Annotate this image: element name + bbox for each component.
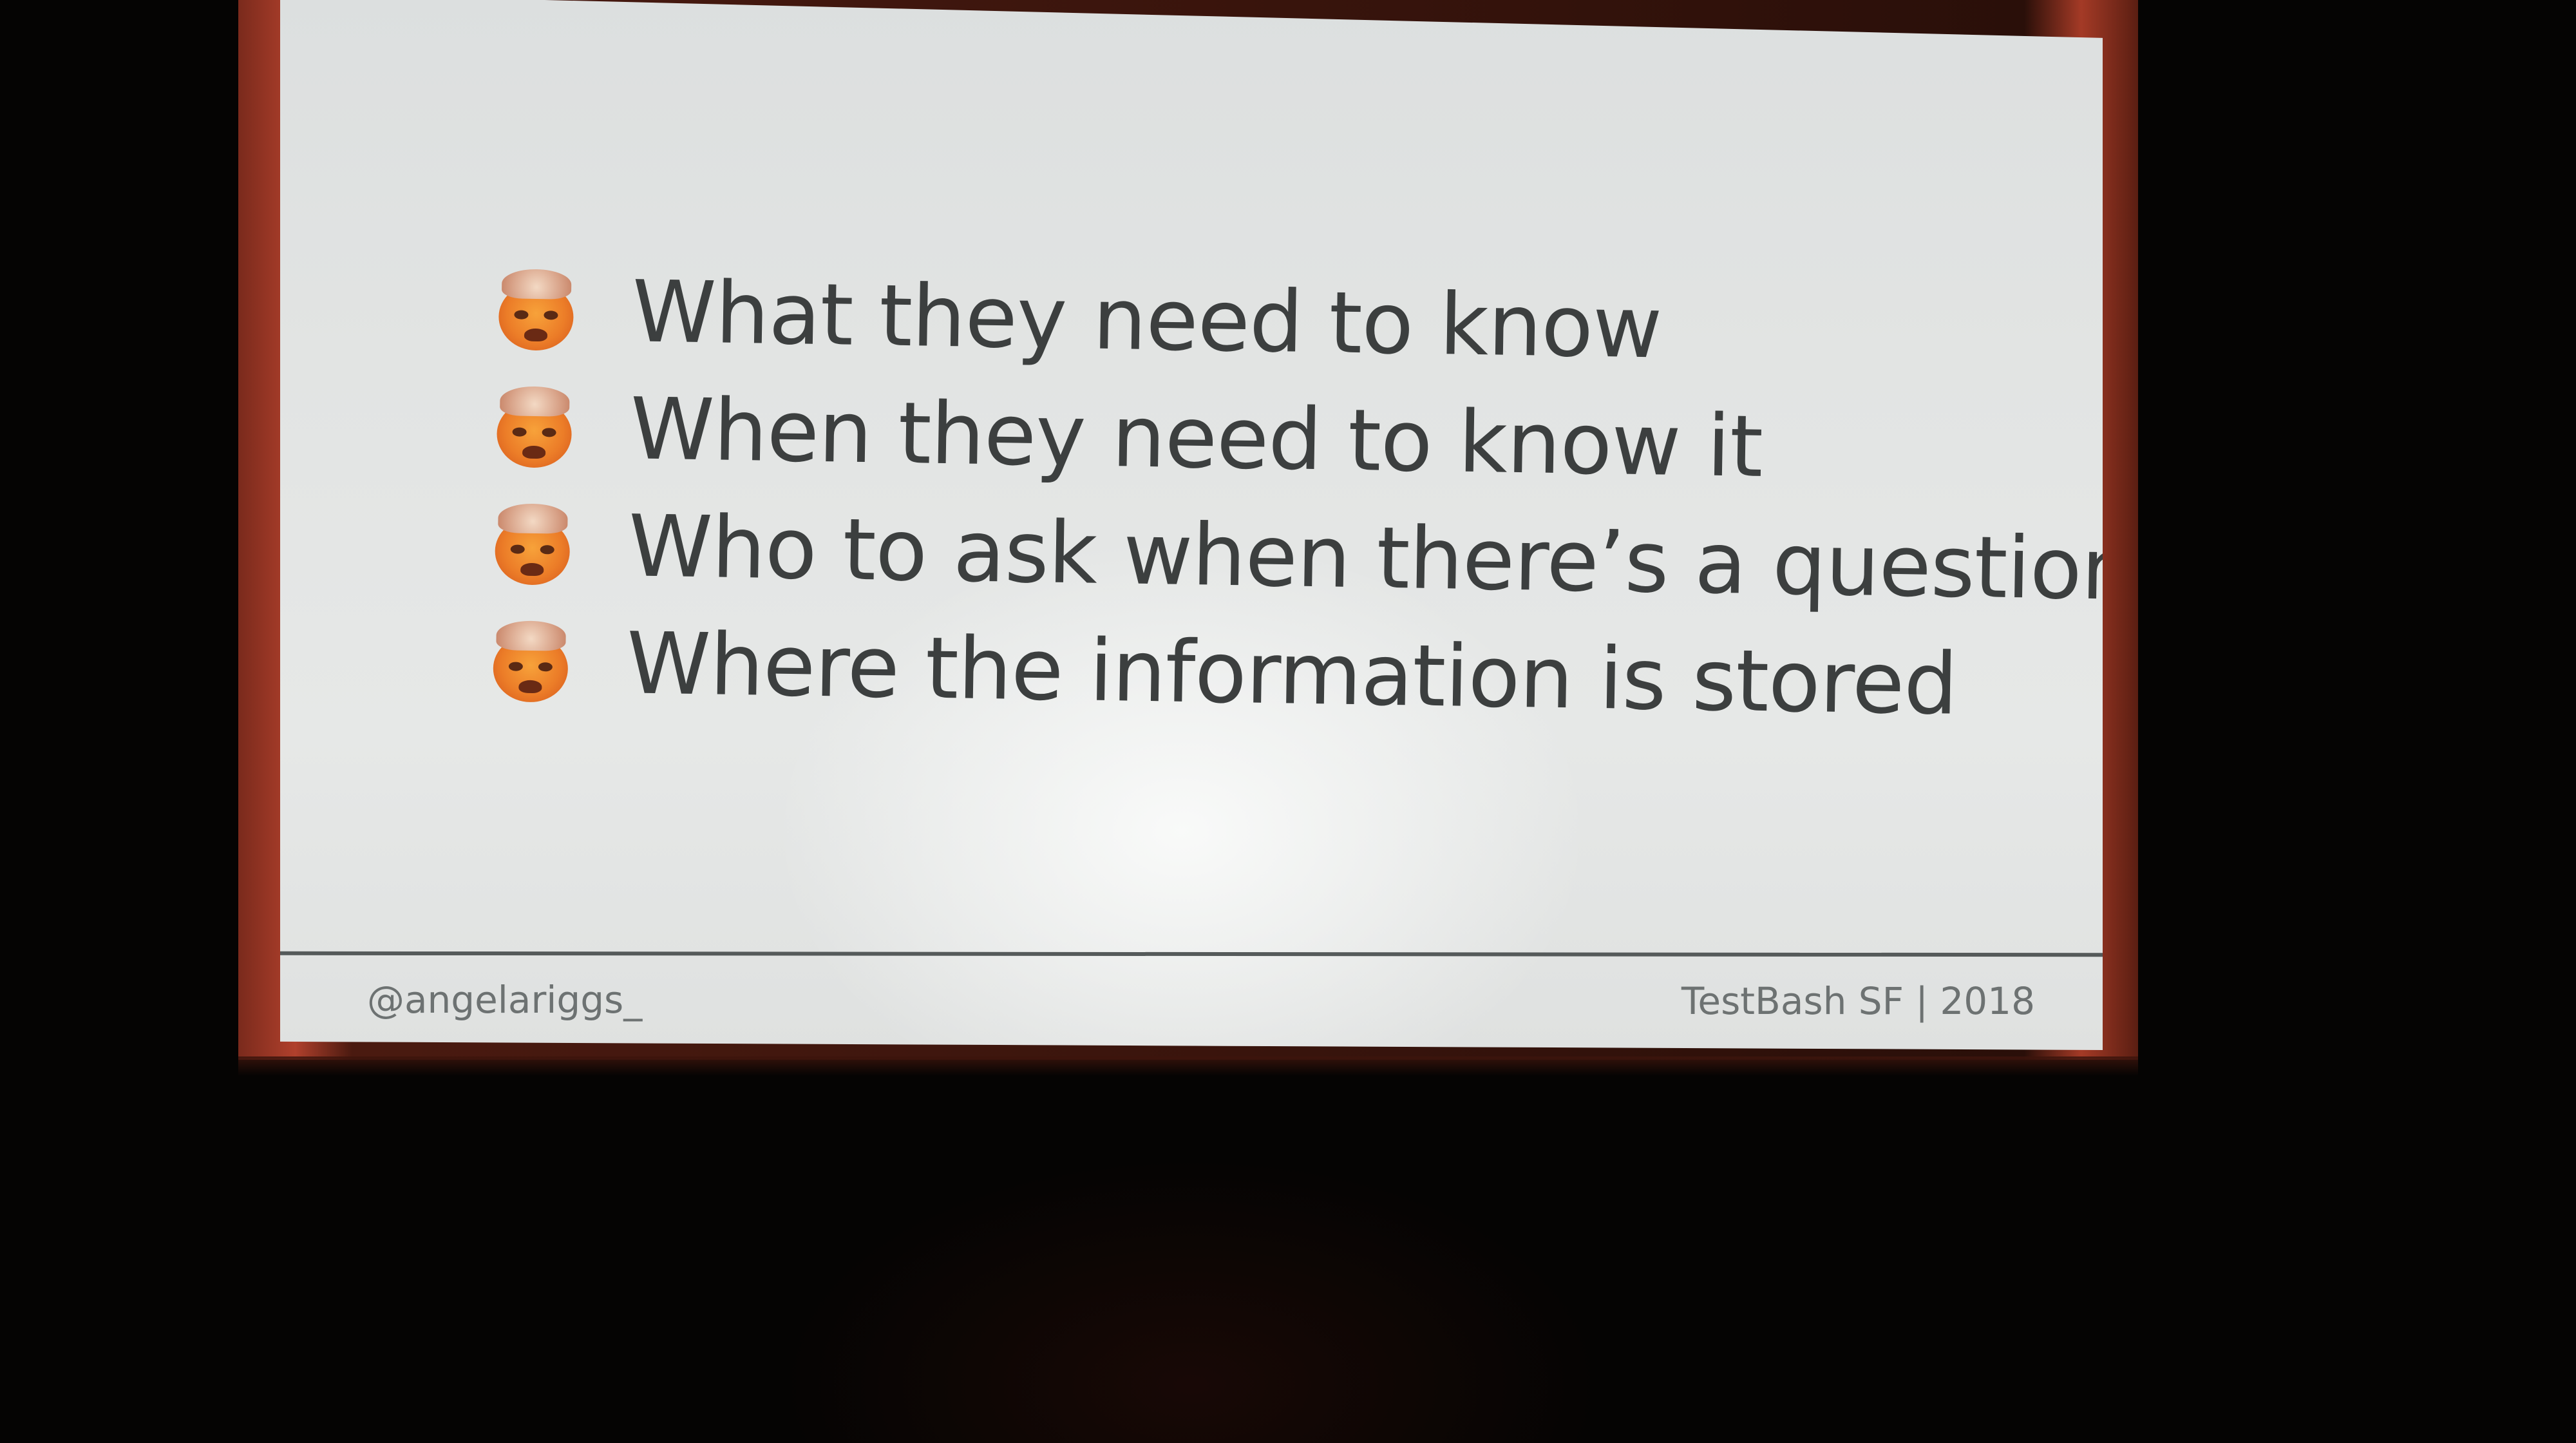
screen-bottom-shadow	[238, 1056, 2138, 1076]
footer-divider	[280, 951, 2103, 957]
footer-event-label: TestBash SF | 2018	[1681, 979, 2035, 1023]
bullet-text: Where the information is stored	[625, 614, 1958, 734]
photo-scene: What they need to know When they need to…	[0, 0, 2576, 1443]
exploding-head-emoji-icon	[489, 620, 573, 704]
exploding-head-emoji-icon	[495, 269, 578, 352]
bullet-item: Where the information is stored	[489, 603, 2103, 746]
bullet-text: Who to ask when there’s a question	[627, 497, 2136, 620]
exploding-head-emoji-icon	[491, 503, 574, 587]
bullet-list: What they need to know When they need to…	[489, 251, 2136, 746]
presentation-slide: What they need to know When they need to…	[280, 0, 2103, 1050]
footer-twitter-handle: @angelariggs_	[367, 978, 643, 1022]
bullet-text: When they need to know it	[629, 379, 1763, 497]
exploding-head-emoji-icon	[493, 386, 576, 470]
bullet-text: What they need to know	[631, 262, 1663, 378]
